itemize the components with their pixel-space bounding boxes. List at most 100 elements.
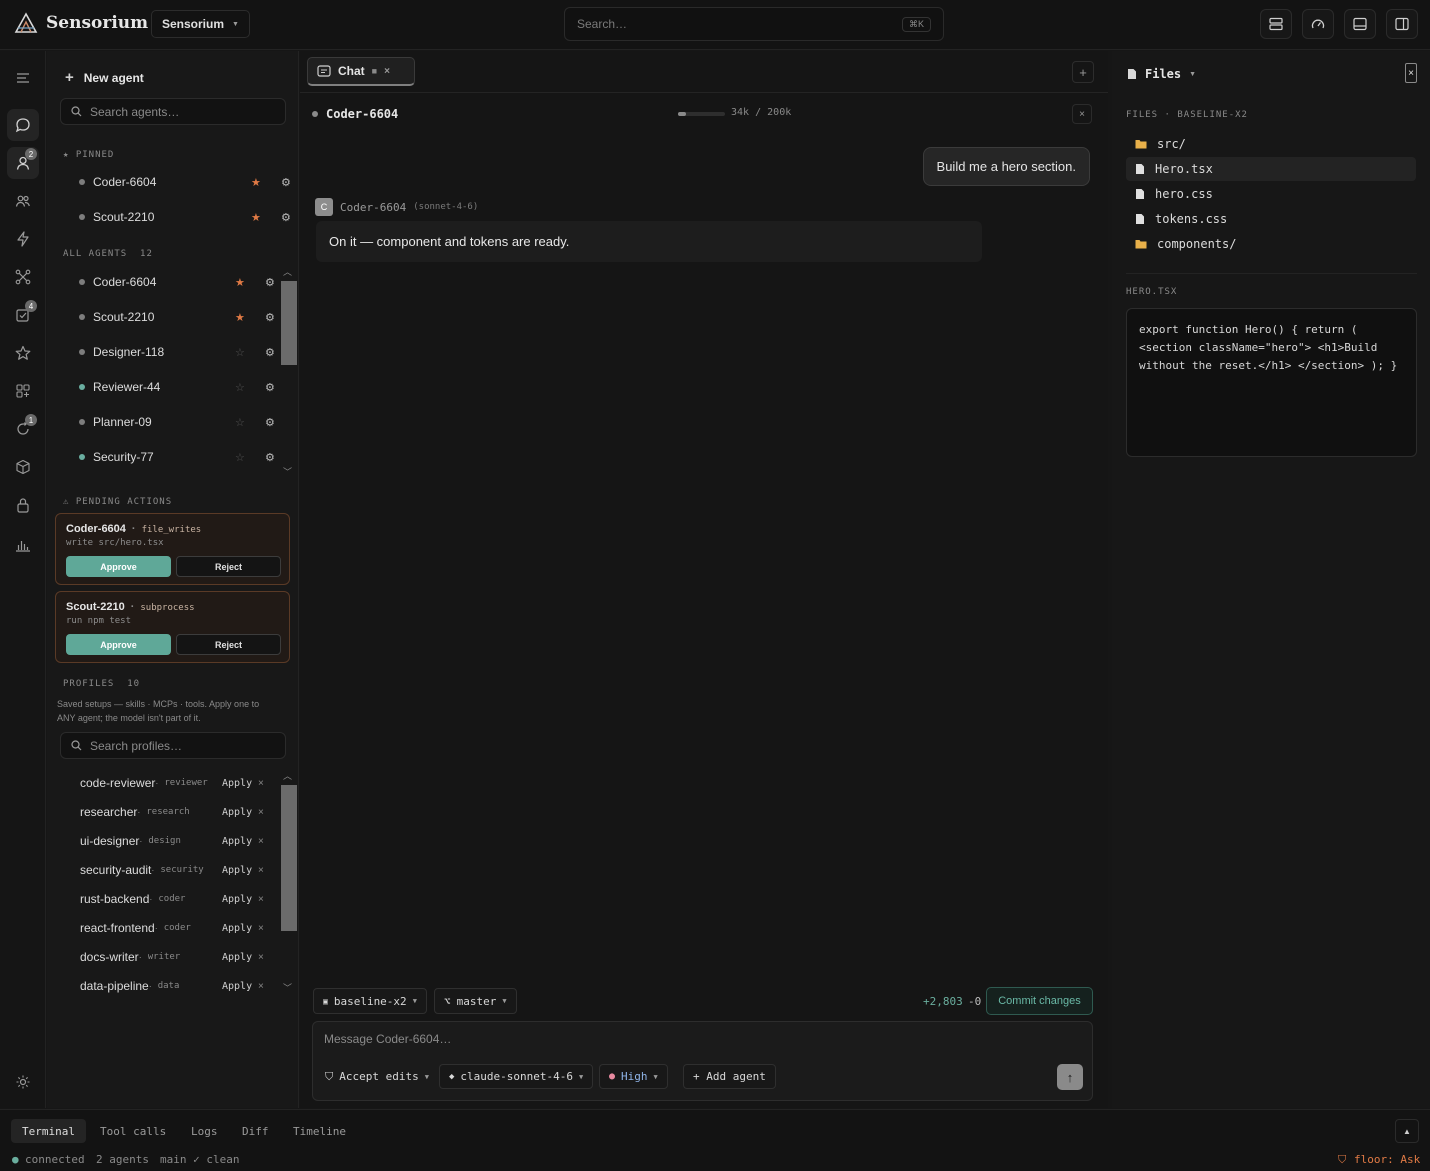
agent-row[interactable]: Reviewer-44 ☆ ⚙ — [79, 377, 279, 397]
bottom-tab[interactable]: Diff — [231, 1119, 280, 1143]
new-tab-button[interactable]: + — [1072, 61, 1094, 83]
files-dropdown[interactable]: Files ▼ — [1127, 67, 1196, 81]
apply-profile-button[interactable]: Apply — [222, 952, 252, 963]
star-icon[interactable]: ★ — [251, 176, 261, 189]
reject-button[interactable]: Reject — [176, 634, 281, 655]
agent-row[interactable]: Designer-118 ☆ ⚙ — [79, 342, 279, 362]
profile-row[interactable]: ui-designer · design Apply × — [80, 831, 300, 851]
agent-search-input[interactable]: Search agents… — [60, 98, 286, 125]
rail-graph[interactable] — [7, 261, 39, 293]
apply-profile-button[interactable]: Apply — [222, 836, 252, 847]
effort-selector[interactable]: ● High ▼ — [599, 1064, 668, 1089]
apply-profile-button[interactable]: Apply — [222, 807, 252, 818]
model-selector[interactable]: ◆ claude-sonnet-4-6 ▼ — [439, 1064, 594, 1089]
rail-agents[interactable]: 2 — [7, 147, 39, 179]
apply-profile-button[interactable]: Apply — [222, 923, 252, 934]
profile-row[interactable]: rust-backend · coder Apply × — [80, 889, 300, 909]
scroll-down-icon[interactable]: ﹀ — [283, 981, 292, 994]
star-outline-icon[interactable]: ☆ — [235, 416, 245, 429]
remove-profile-icon[interactable]: × — [258, 778, 264, 789]
rail-favorites[interactable] — [7, 337, 39, 369]
remove-profile-icon[interactable]: × — [258, 923, 264, 934]
rail-security[interactable] — [7, 489, 39, 521]
rail-packages[interactable] — [7, 451, 39, 483]
floor-status[interactable]: floor: Ask — [1354, 1153, 1420, 1166]
approve-button[interactable]: Approve — [66, 634, 171, 655]
agent-row[interactable]: Coder-6604 ★ ⚙ — [79, 272, 279, 292]
app-logo[interactable]: Sensorium — [14, 12, 148, 34]
rail-actions[interactable] — [7, 223, 39, 255]
star-icon[interactable]: ★ — [235, 311, 245, 324]
rail-apps[interactable] — [7, 375, 39, 407]
star-icon[interactable]: ★ — [251, 211, 261, 224]
workspace-selector[interactable]: ▣ baseline-x2 ▼ — [313, 988, 427, 1014]
profile-search-input[interactable]: Search profiles… — [60, 732, 286, 759]
expand-panel-button[interactable]: ▲ — [1395, 1119, 1419, 1143]
gear-icon[interactable]: ⚙ — [265, 381, 275, 394]
agent-row[interactable]: Security-77 ☆ ⚙ — [79, 447, 279, 467]
close-chat-button[interactable]: × — [1072, 104, 1092, 124]
profile-row[interactable]: docs-writer · writer Apply × — [80, 947, 300, 967]
menu-button[interactable] — [7, 62, 39, 94]
close-panel-button[interactable]: × — [1405, 63, 1417, 83]
file-tree-item[interactable]: src/ — [1126, 132, 1416, 156]
file-tree-item[interactable]: hero.css — [1126, 182, 1416, 206]
remove-profile-icon[interactable]: × — [258, 894, 264, 905]
apply-profile-button[interactable]: Apply — [222, 981, 252, 992]
file-tree-item[interactable]: tokens.css — [1126, 207, 1416, 231]
remove-profile-icon[interactable]: × — [258, 981, 264, 992]
commit-button[interactable]: Commit changes — [986, 987, 1093, 1015]
gear-icon[interactable]: ⚙ — [265, 276, 275, 289]
accept-edits-selector[interactable]: ⛉ Accept edits ▼ — [315, 1064, 439, 1089]
rail-team[interactable] — [7, 185, 39, 217]
profile-row[interactable]: code-reviewer · reviewer Apply × — [80, 773, 300, 793]
star-outline-icon[interactable]: ☆ — [235, 381, 245, 394]
profile-row[interactable]: researcher · research Apply × — [80, 802, 300, 822]
new-agent-button[interactable]: + New agent — [65, 69, 144, 86]
workspace-switcher[interactable]: Sensorium ▼ — [151, 10, 250, 38]
apply-profile-button[interactable]: Apply — [222, 778, 252, 789]
remove-profile-icon[interactable]: × — [258, 865, 264, 876]
layout-rows-button[interactable] — [1260, 9, 1292, 39]
gear-icon[interactable]: ⚙ — [265, 451, 275, 464]
tab-chat[interactable]: Chat ■ × — [307, 57, 415, 86]
star-outline-icon[interactable]: ☆ — [235, 346, 245, 359]
gear-icon[interactable]: ⚙ — [281, 211, 291, 224]
bottom-tab[interactable]: Timeline — [282, 1119, 357, 1143]
gear-icon[interactable]: ⚙ — [265, 311, 275, 324]
star-icon[interactable]: ★ — [235, 276, 245, 289]
rail-chat[interactable] — [7, 109, 39, 141]
remove-profile-icon[interactable]: × — [258, 836, 264, 847]
file-tree-item[interactable]: Hero.tsx — [1126, 157, 1416, 181]
tab-menu-icon[interactable]: ■ — [372, 66, 377, 76]
remove-profile-icon[interactable]: × — [258, 807, 264, 818]
message-input[interactable]: Message Coder-6604… — [324, 1032, 451, 1046]
gear-icon[interactable]: ⚙ — [265, 416, 275, 429]
scroll-up-icon[interactable]: ︿ — [283, 265, 292, 278]
pinned-agent-row[interactable]: Scout-2210 ★ ⚙ — [79, 207, 291, 227]
profile-row[interactable]: security-audit · security Apply × — [80, 860, 300, 880]
star-outline-icon[interactable]: ☆ — [235, 451, 245, 464]
agent-row[interactable]: Scout-2210 ★ ⚙ — [79, 307, 279, 327]
branch-selector[interactable]: ⌥ master ▼ — [434, 988, 517, 1014]
toggle-bottom-panel-button[interactable] — [1344, 9, 1376, 39]
send-button[interactable]: ↑ — [1057, 1064, 1083, 1090]
file-tree-item[interactable]: components/ — [1126, 232, 1416, 256]
toggle-right-panel-button[interactable] — [1386, 9, 1418, 39]
rail-analytics[interactable] — [7, 529, 39, 561]
approve-button[interactable]: Approve — [66, 556, 171, 577]
rail-tasks[interactable]: 4 — [7, 299, 39, 331]
remove-profile-icon[interactable]: × — [258, 952, 264, 963]
scroll-down-icon[interactable]: ﹀ — [283, 465, 292, 478]
scroll-up-icon[interactable]: ︿ — [283, 769, 292, 782]
add-agent-button[interactable]: + Add agent — [683, 1064, 776, 1089]
close-icon[interactable]: × — [384, 66, 390, 77]
rail-alerts[interactable]: 1 — [7, 413, 39, 445]
agent-row[interactable]: Planner-09 ☆ ⚙ — [79, 412, 279, 432]
gauge-button[interactable] — [1302, 9, 1334, 39]
gear-icon[interactable]: ⚙ — [281, 176, 291, 189]
agents-scrollbar[interactable] — [281, 281, 297, 365]
profile-row[interactable]: react-frontend · coder Apply × — [80, 918, 300, 938]
apply-profile-button[interactable]: Apply — [222, 894, 252, 905]
reject-button[interactable]: Reject — [176, 556, 281, 577]
